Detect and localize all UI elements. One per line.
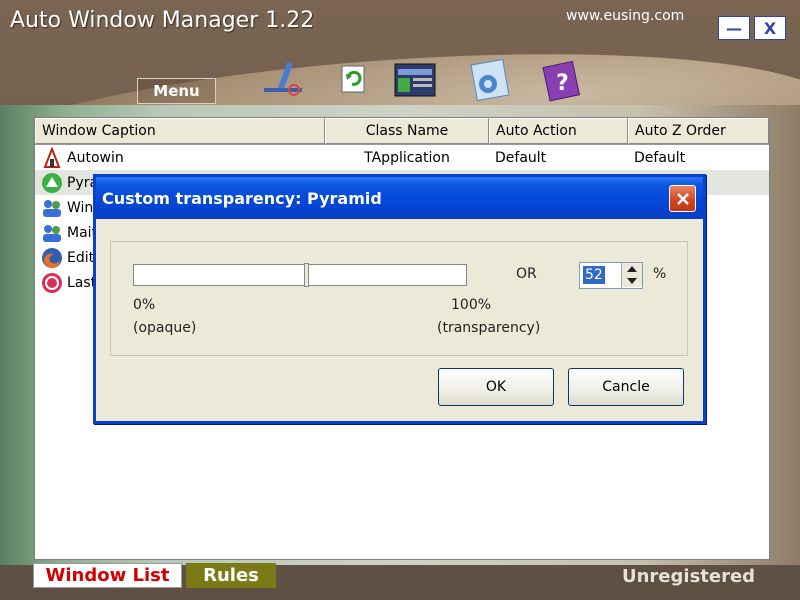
last-icon — [41, 272, 63, 294]
arrow-down-icon — [627, 278, 637, 284]
tab-window-list[interactable]: Window List — [33, 563, 182, 588]
max-percent-label: 100% — [451, 297, 492, 313]
spin-buttons — [621, 263, 642, 288]
slider-thumb[interactable] — [304, 263, 309, 287]
ok-button[interactable]: OK — [438, 368, 554, 406]
close-icon — [676, 192, 689, 205]
dialog-close-button[interactable] — [669, 185, 696, 212]
window-list-icon[interactable] — [393, 58, 437, 102]
arrow-up-icon — [627, 266, 637, 272]
transparency-group: 0% (opaque) 100% (transparency) OR 52 % — [110, 241, 688, 356]
website-link[interactable]: www.eusing.com — [566, 8, 684, 24]
gear-icon[interactable] — [468, 58, 512, 102]
row-caption: Last — [67, 274, 97, 291]
column-header-auto-z-order[interactable]: Auto Z Order — [628, 118, 769, 144]
users-icon — [41, 222, 63, 244]
table-row[interactable]: Autowin TApplication Default Default — [35, 145, 769, 170]
help-book-icon[interactable]: ? — [540, 58, 584, 102]
or-label: OR — [516, 266, 537, 282]
column-header-window-caption[interactable]: Window Caption — [35, 118, 325, 144]
svg-text:?: ? — [556, 71, 569, 96]
refresh-icon[interactable] — [332, 58, 376, 102]
tab-rules[interactable]: Rules — [186, 563, 276, 588]
spin-down-button[interactable] — [622, 275, 642, 287]
dialog-title-bar[interactable]: Custom transparency: Pyramid — [96, 177, 703, 219]
percent-value[interactable]: 52 — [583, 266, 605, 284]
row-caption: Autowin — [67, 149, 124, 166]
row-class: TApplication — [364, 149, 450, 166]
row-action: Default — [495, 149, 547, 166]
percent-sign: % — [653, 266, 667, 282]
autowin-icon — [41, 146, 63, 169]
min-percent-label: 0% — [133, 297, 156, 313]
registration-status: Unregistered — [622, 566, 756, 587]
minimize-button[interactable]: — — [718, 16, 750, 40]
cancel-button[interactable]: Cancle — [568, 368, 684, 406]
app-title: Auto Window Manager 1.22 — [10, 8, 315, 33]
column-header-auto-action[interactable]: Auto Action — [489, 118, 628, 144]
menu-button[interactable]: Menu — [137, 78, 216, 104]
max-description-label: (transparency) — [437, 320, 541, 336]
pyramid-icon — [41, 172, 63, 194]
table-header: Window Caption Class Name Auto Action Au… — [35, 118, 769, 145]
column-header-class-name[interactable]: Class Name — [325, 118, 489, 144]
transparency-slider[interactable] — [133, 263, 467, 287]
pen-icon[interactable] — [262, 58, 306, 102]
firefox-icon — [41, 247, 63, 269]
percent-spinbox[interactable]: 52 — [579, 262, 643, 289]
spin-up-button[interactable] — [622, 263, 642, 275]
min-description-label: (opaque) — [133, 320, 197, 336]
dialog-title: Custom transparency: Pyramid — [102, 188, 382, 208]
row-zorder: Default — [634, 149, 686, 166]
users-icon — [41, 197, 63, 219]
close-button[interactable]: X — [754, 16, 786, 40]
transparency-dialog: Custom transparency: Pyramid 0% (opaque)… — [93, 174, 706, 424]
